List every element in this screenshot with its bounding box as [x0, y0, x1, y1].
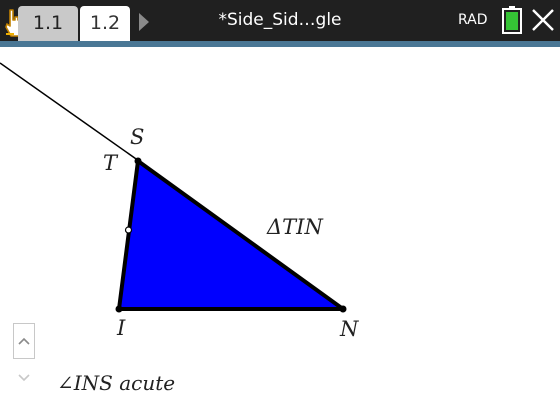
document-toolbar: 1.1 1.2 *Side_Sid…gle RAD — [0, 0, 560, 41]
midpoint-ti[interactable] — [124, 226, 133, 234]
geometry-canvas[interactable]: S T I N ΔTIN ∠INS acute — [0, 47, 560, 420]
angle-measurement-text[interactable]: ∠INS acute — [57, 371, 175, 395]
scroll-down-button[interactable] — [13, 365, 35, 393]
document-title: *Side_Sid…gle — [218, 10, 342, 30]
scroll-up-button[interactable] — [13, 323, 35, 359]
point-label-t: T — [103, 151, 118, 175]
angle-mode-indicator: RAD — [458, 12, 488, 28]
close-icon[interactable] — [531, 8, 555, 32]
ti-nspire-screen: 1.1 1.2 *Side_Sid…gle RAD S T I N ΔTIN ∠… — [0, 0, 560, 420]
triangle-label: ΔTIN — [267, 215, 323, 239]
point-label-n: N — [340, 317, 359, 341]
point-n[interactable] — [339, 305, 347, 313]
chevron-down-icon — [18, 374, 30, 382]
tab-page-1-1[interactable]: 1.1 — [18, 6, 78, 41]
point-t[interactable] — [134, 157, 142, 165]
ray-ns[interactable] — [0, 62, 140, 162]
chevron-up-icon — [18, 337, 30, 345]
tab-page-1-2[interactable]: 1.2 — [80, 6, 130, 41]
point-i[interactable] — [115, 305, 123, 313]
triangle-right-icon[interactable] — [138, 12, 150, 32]
point-label-i: I — [117, 316, 126, 340]
battery-icon — [502, 6, 522, 34]
point-label-s: S — [130, 125, 145, 149]
